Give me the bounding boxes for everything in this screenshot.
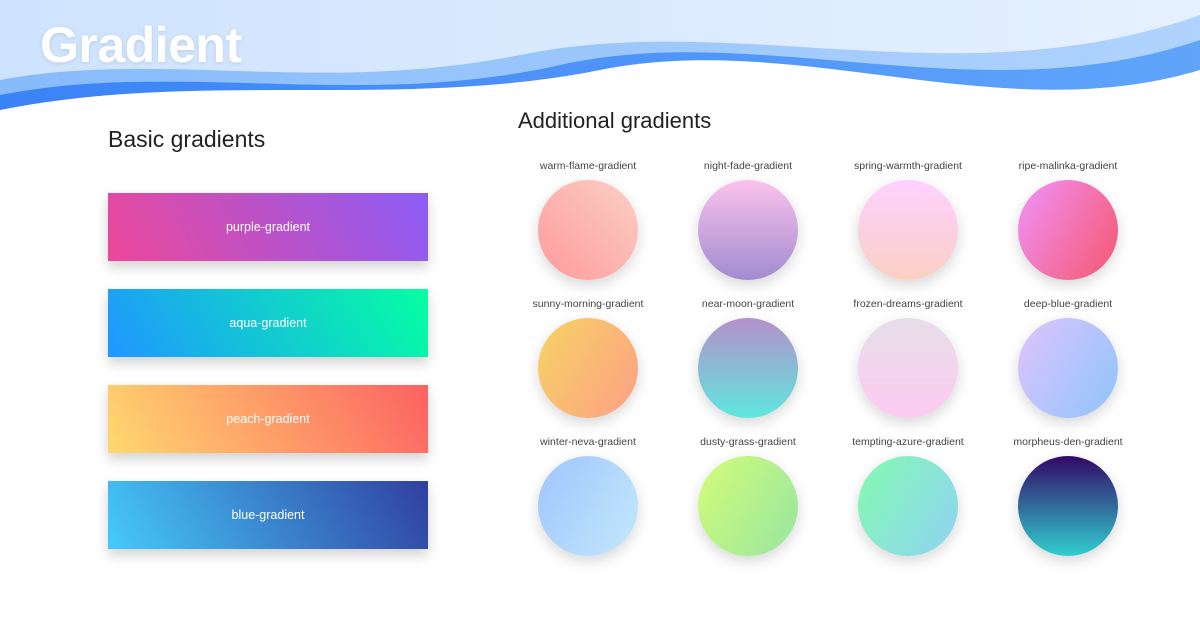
gradient-swatch: deep-blue-gradient — [998, 298, 1138, 418]
gradient-swatch-label: sunny-morning-gradient — [533, 298, 644, 310]
gradient-swatch: dusty-grass-gradient — [678, 436, 818, 556]
gradient-swatch-circle — [858, 180, 958, 280]
gradient-swatch: warm-flame-gradient — [518, 160, 658, 280]
gradient-swatch-circle — [698, 318, 798, 418]
additional-gradient-grid: warm-flame-gradient night-fade-gradient sp… — [518, 160, 1160, 556]
gradient-bar-label: blue-gradient — [232, 508, 305, 522]
gradient-swatch-circle — [538, 180, 638, 280]
gradient-swatch: night-fade-gradient — [678, 160, 818, 280]
gradient-swatch-circle — [1018, 318, 1118, 418]
additional-heading: Additional gradients — [518, 108, 1160, 134]
gradient-swatch-label: tempting-azure-gradient — [852, 436, 963, 448]
page-title: Gradient — [40, 16, 242, 74]
gradient-bar: purple-gradient — [108, 193, 428, 261]
gradient-swatch-circle — [698, 456, 798, 556]
gradient-swatch: near-moon-gradient — [678, 298, 818, 418]
gradient-swatch-label: near-moon-gradient — [702, 298, 794, 310]
gradient-swatch-circle — [698, 180, 798, 280]
gradient-swatch: tempting-azure-gradient — [838, 436, 978, 556]
gradient-bar-label: purple-gradient — [226, 220, 310, 234]
gradient-bar-label: peach-gradient — [226, 412, 309, 426]
gradient-swatch-circle — [858, 318, 958, 418]
gradient-swatch-label: dusty-grass-gradient — [700, 436, 796, 448]
gradient-swatch-label: deep-blue-gradient — [1024, 298, 1112, 310]
basic-gradients-section: Basic gradients purple-gradient aqua-grad… — [108, 108, 428, 556]
gradient-swatch-circle — [858, 456, 958, 556]
gradient-swatch: frozen-dreams-gradient — [838, 298, 978, 418]
gradient-swatch-label: night-fade-gradient — [704, 160, 792, 172]
gradient-swatch: winter-neva-gradient — [518, 436, 658, 556]
gradient-swatch-label: winter-neva-gradient — [540, 436, 636, 448]
gradient-swatch-label: ripe-malinka-gradient — [1019, 160, 1118, 172]
gradient-swatch-label: frozen-dreams-gradient — [853, 298, 962, 310]
gradient-swatch: ripe-malinka-gradient — [998, 160, 1138, 280]
gradient-swatch: morpheus-den-gradient — [998, 436, 1138, 556]
gradient-swatch-label: morpheus-den-gradient — [1013, 436, 1122, 448]
gradient-swatch: sunny-morning-gradient — [518, 298, 658, 418]
gradient-swatch-circle — [1018, 180, 1118, 280]
gradient-swatch: spring-warmth-gradient — [838, 160, 978, 280]
gradient-swatch-circle — [1018, 456, 1118, 556]
additional-gradients-section: Additional gradients warm-flame-gradient… — [518, 108, 1160, 556]
gradient-swatch-label: warm-flame-gradient — [540, 160, 636, 172]
gradient-bar: aqua-gradient — [108, 289, 428, 357]
gradient-swatch-label: spring-warmth-gradient — [854, 160, 962, 172]
gradient-swatch-circle — [538, 318, 638, 418]
basic-heading: Basic gradients — [108, 126, 428, 153]
basic-gradient-list: purple-gradient aqua-gradient peach-gradie… — [108, 193, 428, 549]
content: Basic gradients purple-gradient aqua-grad… — [0, 108, 1200, 556]
gradient-bar: peach-gradient — [108, 385, 428, 453]
gradient-swatch-circle — [538, 456, 638, 556]
gradient-bar: blue-gradient — [108, 481, 428, 549]
gradient-bar-label: aqua-gradient — [229, 316, 306, 330]
